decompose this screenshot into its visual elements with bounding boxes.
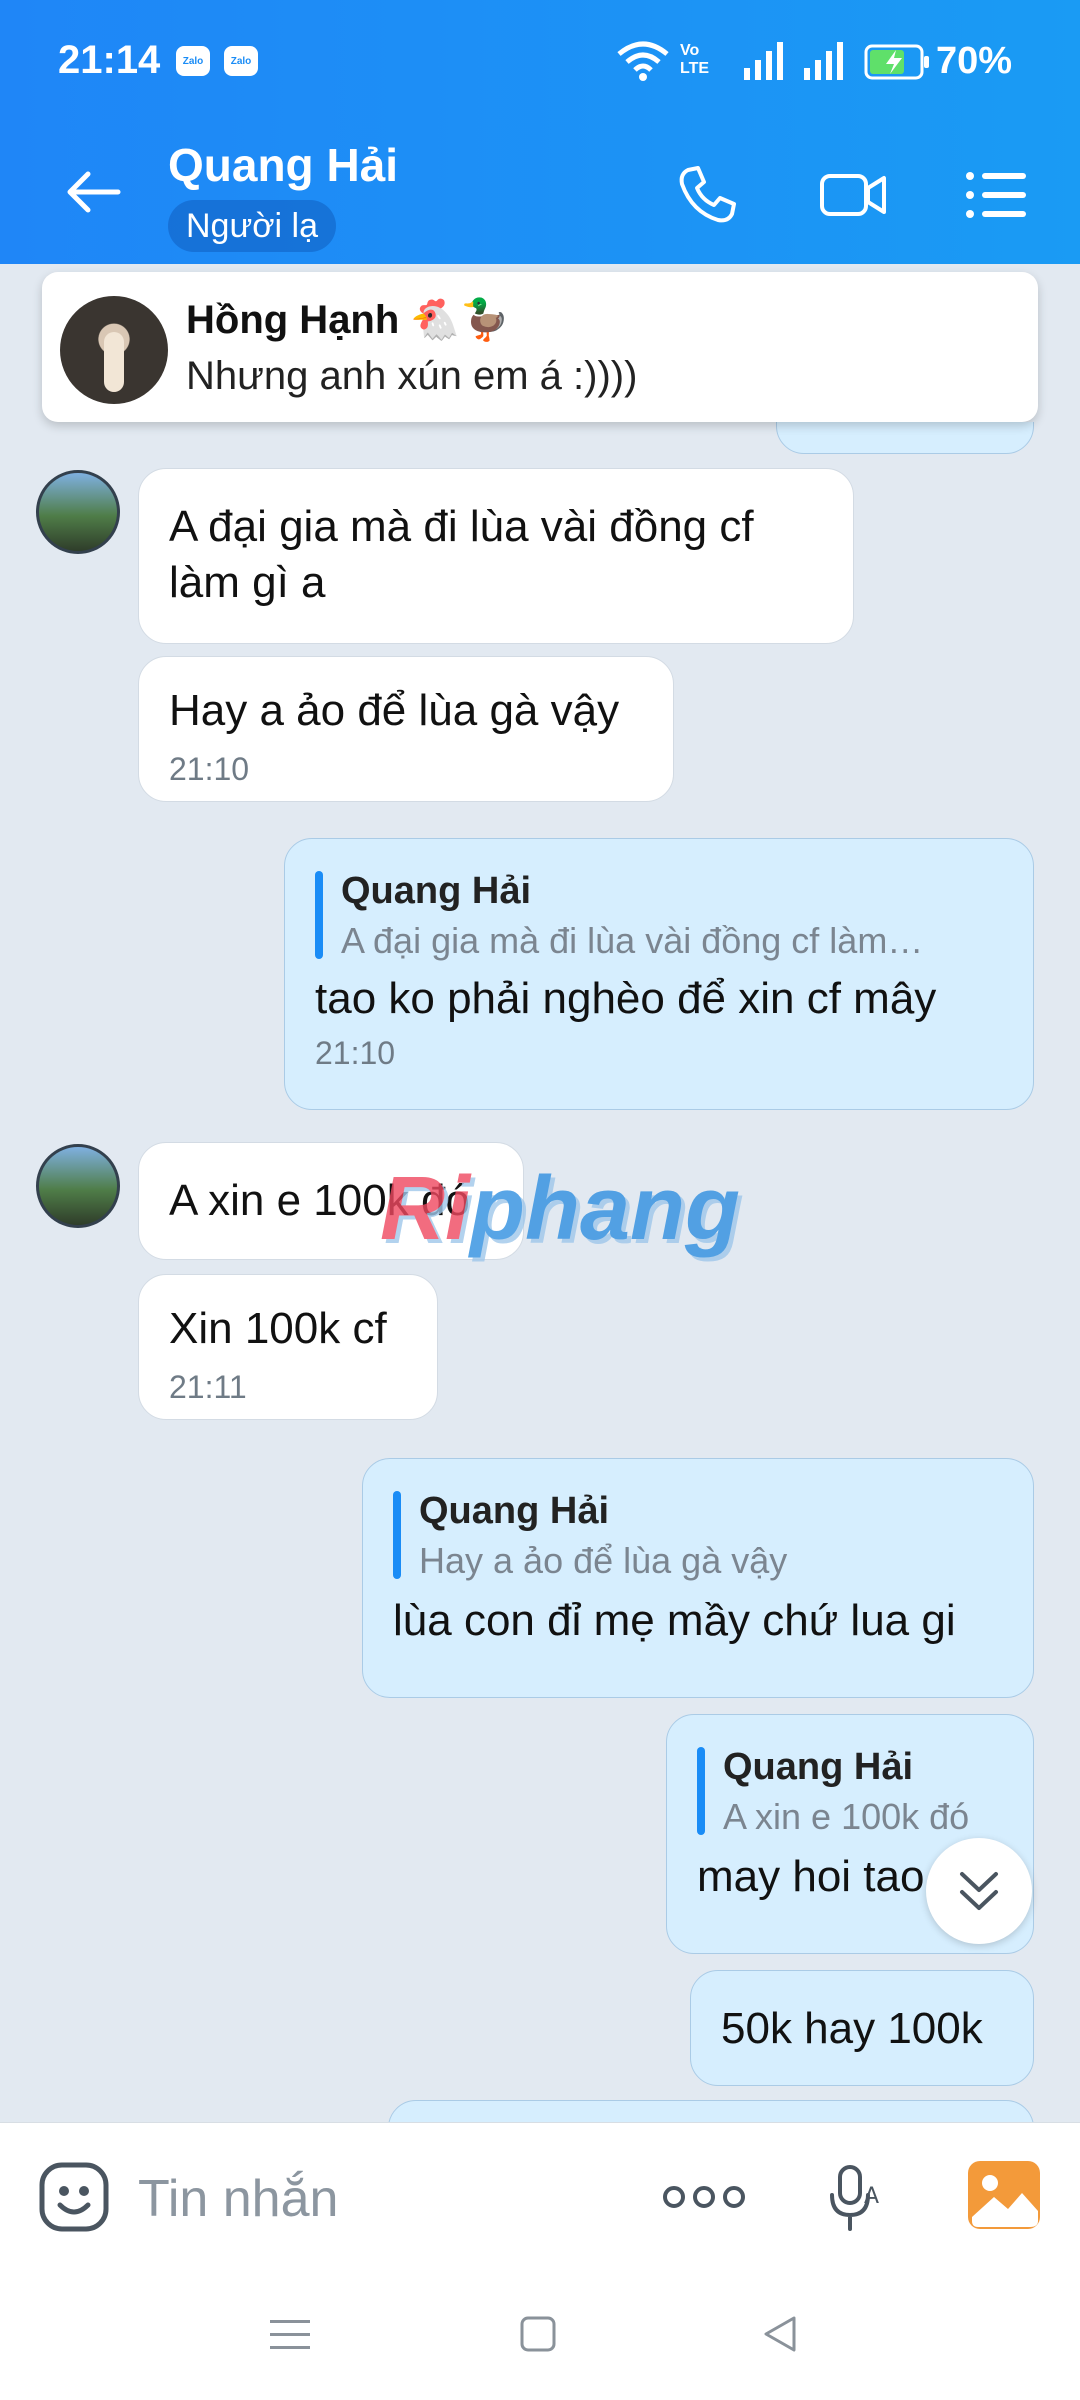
status-bar: 21:14 Zalo Zalo Vo LTE 70% xyxy=(0,0,1080,124)
battery-icon xyxy=(864,44,929,80)
reply-sender: Quang Hải xyxy=(341,870,532,912)
pinned-sender: Hồng Hạnh 🐔🦆 xyxy=(186,298,511,342)
incoming-message[interactable]: Xin 100k cf 21:11 xyxy=(138,1274,438,1420)
scroll-to-bottom-button[interactable] xyxy=(926,1838,1032,1944)
chat-messages-area[interactable]: A đại gia mà đi lùa vài đồng cf làm gì a… xyxy=(0,422,1080,2122)
reply-text: A xin e 100k đó xyxy=(723,1796,970,1837)
home-icon[interactable] xyxy=(518,2314,558,2354)
signal-icon xyxy=(744,42,783,80)
outgoing-message[interactable]: 50k hay 100k xyxy=(690,1970,1034,2086)
outgoing-reply-message[interactable]: Quang Hải A đại gia mà đi lùa vài đồng c… xyxy=(284,838,1034,1110)
message-time: 21:10 xyxy=(315,1035,396,1071)
phone-call-icon[interactable] xyxy=(672,160,742,230)
sticker-icon[interactable] xyxy=(38,2161,110,2233)
pinned-message-card[interactable]: Hồng Hạnh 🐔🦆 Nhưng anh xún em á :)))) xyxy=(42,272,1038,422)
message-text: 50k hay 100k xyxy=(721,2004,983,2053)
reply-text: A đại gia mà đi lùa vài đồng cf làm… xyxy=(341,920,924,961)
volte-label: Vo LTE xyxy=(680,42,710,77)
zalo-notification-icon: Zalo xyxy=(176,46,210,76)
image-gallery-icon[interactable] xyxy=(966,2159,1042,2231)
back-nav-icon[interactable] xyxy=(760,2314,800,2354)
pinned-text: Nhưng anh xún em á :)))) xyxy=(186,354,638,398)
message-text: lùa con đỉ mẹ mầy chứ lua gi xyxy=(393,1596,956,1645)
watermark-text-part: Ri xyxy=(380,1159,470,1259)
message-text: Hay a ảo để lùa gà vậy xyxy=(169,686,620,735)
message-text-line: làm gì a xyxy=(169,558,326,607)
pinned-avatar xyxy=(60,296,168,404)
status-time: 21:14 xyxy=(58,38,161,82)
incoming-message[interactable]: A đại gia mà đi lùa vài đồng cf làm gì a xyxy=(138,468,854,644)
message-bubble-partial xyxy=(776,422,1034,454)
incoming-message[interactable]: Hay a ảo để lùa gà vậy 21:10 xyxy=(138,656,674,802)
back-arrow-icon[interactable] xyxy=(62,160,126,224)
system-nav-bar xyxy=(0,2268,1080,2400)
quoted-reply[interactable]: Quang Hải A đại gia mà đi lùa vài đồng c… xyxy=(315,865,1003,965)
menu-list-icon[interactable] xyxy=(962,160,1032,230)
battery-percent: 70% xyxy=(936,40,1013,82)
watermark-logo: Riphang xyxy=(380,1158,740,1261)
watermark-text-part: phang xyxy=(470,1159,740,1259)
contact-avatar[interactable] xyxy=(36,470,120,554)
reply-text: Hay a ảo để lùa gà vậy xyxy=(419,1540,788,1581)
message-text-line: A đại gia mà đi lùa vài đồng cf xyxy=(169,502,754,551)
stranger-badge: Người lạ xyxy=(168,200,336,252)
svg-text:A: A xyxy=(864,2184,879,2209)
signal-icon xyxy=(804,42,843,80)
reply-sender: Quang Hải xyxy=(419,1490,610,1532)
reply-sender: Quang Hải xyxy=(723,1746,914,1788)
outgoing-reply-message[interactable]: Quang Hải Hay a ảo để lùa gà vậy lùa con… xyxy=(362,1458,1034,1698)
message-input[interactable]: Tin nhắn xyxy=(138,2169,338,2229)
voice-mic-icon[interactable]: A xyxy=(826,2163,886,2233)
message-time: 21:10 xyxy=(169,751,250,787)
message-input-bar: Tin nhắn A xyxy=(0,2122,1080,2268)
wifi-icon xyxy=(617,41,669,81)
recent-apps-icon[interactable] xyxy=(270,2314,310,2354)
quoted-reply[interactable]: Quang Hải A xin e 100k đó xyxy=(697,1741,1003,1841)
quoted-reply[interactable]: Quang Hải Hay a ảo để lùa gà vậy xyxy=(393,1485,1003,1585)
message-text: tao ko phải nghèo để xin cf mây xyxy=(315,974,937,1023)
message-time: 21:11 xyxy=(169,1369,247,1405)
chat-header: 21:14 Zalo Zalo Vo LTE 70% Quang Hải Ngư… xyxy=(0,0,1080,264)
zalo-notification-icon: Zalo xyxy=(224,46,258,76)
more-options-icon[interactable] xyxy=(662,2179,746,2215)
contact-avatar[interactable] xyxy=(36,1144,120,1228)
message-bubble-partial xyxy=(388,2100,1034,2122)
double-chevron-down-icon xyxy=(960,1872,998,1910)
video-call-icon[interactable] xyxy=(818,160,888,230)
contact-name[interactable]: Quang Hải xyxy=(168,138,398,192)
message-text: Xin 100k cf xyxy=(169,1304,387,1353)
